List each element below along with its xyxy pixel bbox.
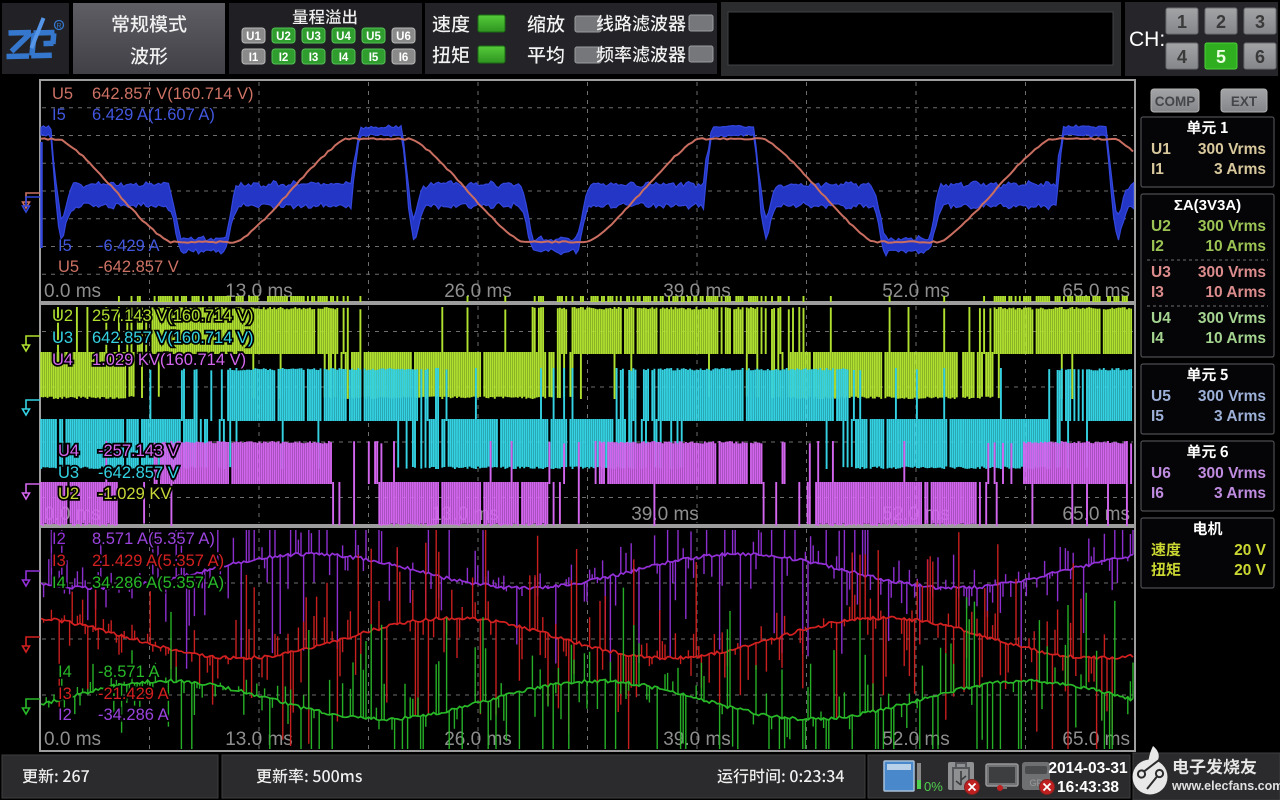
svg-text:I4: I4 <box>339 52 349 64</box>
svg-text:I3: I3 <box>1151 284 1164 301</box>
svg-text:I5: I5 <box>58 237 72 255</box>
svg-text:U2: U2 <box>276 31 291 43</box>
svg-text:I2: I2 <box>52 530 66 548</box>
svg-text:I3: I3 <box>58 685 72 703</box>
svg-text:16:43:38: 16:43:38 <box>1057 779 1119 796</box>
svg-text:U5: U5 <box>366 31 381 43</box>
svg-text:U5: U5 <box>1151 388 1171 405</box>
svg-text:3 Arms: 3 Arms <box>1214 485 1266 502</box>
svg-text:300 Vrms: 300 Vrms <box>1198 310 1266 327</box>
svg-text:-642.857 V: -642.857 V <box>98 258 179 276</box>
svg-text:-8.571 A: -8.571 A <box>98 663 159 681</box>
svg-text:U4: U4 <box>52 351 73 369</box>
svg-text:ΣA(3V3A): ΣA(3V3A) <box>1174 197 1241 214</box>
svg-text:5: 5 <box>1216 47 1226 67</box>
svg-text:-257.143 V: -257.143 V <box>98 442 179 460</box>
svg-text:-642.857 V: -642.857 V <box>98 464 179 482</box>
svg-text:-21.429 A: -21.429 A <box>98 685 169 703</box>
svg-text:4: 4 <box>1177 47 1187 67</box>
svg-text:2014-03-31: 2014-03-31 <box>1048 760 1128 777</box>
svg-text:U4: U4 <box>1151 310 1171 327</box>
svg-text:3: 3 <box>1255 12 1265 32</box>
svg-text:I1: I1 <box>1151 161 1164 178</box>
svg-text:26.0 ms: 26.0 ms <box>444 729 512 750</box>
svg-text:I2: I2 <box>279 52 289 64</box>
svg-text:34.286 A(5.357 A): 34.286 A(5.357 A) <box>92 574 224 592</box>
svg-text:300 Vrms: 300 Vrms <box>1198 141 1266 158</box>
svg-text:39.0 ms: 39.0 ms <box>663 729 731 750</box>
svg-text:39.0 ms: 39.0 ms <box>631 504 699 525</box>
svg-text:257.143 V(160.714 V): 257.143 V(160.714 V) <box>92 307 253 325</box>
svg-text:I2: I2 <box>58 706 72 724</box>
svg-text:I3: I3 <box>52 552 66 570</box>
svg-text:300 Vrms: 300 Vrms <box>1198 218 1266 235</box>
svg-text:U4: U4 <box>58 442 79 460</box>
svg-text:U5: U5 <box>58 258 79 276</box>
svg-text:R: R <box>56 23 61 30</box>
svg-text:52.0 ms: 52.0 ms <box>882 729 950 750</box>
svg-text:1.029 KV(160.714 V): 1.029 KV(160.714 V) <box>92 351 246 369</box>
svg-text:300 Vrms: 300 Vrms <box>1198 264 1266 281</box>
svg-text:1: 1 <box>1177 12 1187 32</box>
svg-text:52.0 ms: 52.0 ms <box>882 281 950 302</box>
svg-text:8.571 A(5.357 A): 8.571 A(5.357 A) <box>92 530 215 548</box>
svg-text:6.429 A(1.607 A): 6.429 A(1.607 A) <box>92 106 215 124</box>
svg-text:U6: U6 <box>1151 465 1171 482</box>
svg-text:642.857 V(160.714 V): 642.857 V(160.714 V) <box>92 329 253 347</box>
svg-text:3 Arms: 3 Arms <box>1214 161 1266 178</box>
svg-text:COMP: COMP <box>1155 94 1196 109</box>
svg-text:EXT: EXT <box>1231 94 1258 109</box>
svg-text:10 Arms: 10 Arms <box>1205 238 1266 255</box>
svg-text:10 Arms: 10 Arms <box>1205 284 1266 301</box>
svg-text:I5: I5 <box>1151 408 1164 425</box>
svg-text:I6: I6 <box>399 52 409 64</box>
svg-text:0.0 ms: 0.0 ms <box>44 281 101 302</box>
svg-text:300 Vrms: 300 Vrms <box>1198 388 1266 405</box>
svg-text:300 Vrms: 300 Vrms <box>1198 465 1266 482</box>
svg-text:www.elecfans.com: www.elecfans.com <box>1171 779 1280 793</box>
svg-text:10 Arms: 10 Arms <box>1205 330 1266 347</box>
svg-text:U4: U4 <box>336 31 351 43</box>
svg-text:U6: U6 <box>396 31 411 43</box>
svg-text:2: 2 <box>1216 12 1226 32</box>
svg-text:U1: U1 <box>1151 141 1171 158</box>
svg-text:U3: U3 <box>58 464 79 482</box>
svg-text:26.0 ms: 26.0 ms <box>444 281 512 302</box>
svg-text:I4: I4 <box>1151 330 1164 347</box>
svg-text:I5: I5 <box>369 52 379 64</box>
svg-text:U5: U5 <box>52 85 73 103</box>
svg-text:-34.286 A: -34.286 A <box>98 706 169 724</box>
svg-text:I3: I3 <box>309 52 319 64</box>
svg-text:I2: I2 <box>1151 238 1164 255</box>
svg-text:U3: U3 <box>306 31 321 43</box>
svg-text:I4: I4 <box>52 574 66 592</box>
svg-text:3 Arms: 3 Arms <box>1214 408 1266 425</box>
svg-text:I6: I6 <box>1151 485 1164 502</box>
svg-text:6: 6 <box>1255 47 1265 67</box>
svg-text:I1: I1 <box>249 52 259 64</box>
svg-text:U1: U1 <box>246 31 261 43</box>
svg-text:20 V: 20 V <box>1234 542 1267 559</box>
svg-text:20 V: 20 V <box>1234 562 1267 579</box>
svg-text:-1.029 KV: -1.029 KV <box>98 485 171 503</box>
svg-text:-6.429 A: -6.429 A <box>98 237 159 255</box>
svg-text:0.0 ms: 0.0 ms <box>44 729 101 750</box>
svg-text:U3: U3 <box>52 329 73 347</box>
svg-text:0%: 0% <box>924 779 943 794</box>
svg-text:21.429 A(5.357 A): 21.429 A(5.357 A) <box>92 552 224 570</box>
svg-text:U2: U2 <box>52 307 73 325</box>
svg-text:CH:: CH: <box>1129 28 1165 51</box>
svg-text:U2: U2 <box>1151 218 1171 235</box>
svg-text:642.857 V(160.714 V): 642.857 V(160.714 V) <box>92 85 253 103</box>
svg-text:U2: U2 <box>58 485 79 503</box>
svg-text:I5: I5 <box>52 106 66 124</box>
svg-text:I4: I4 <box>58 663 72 681</box>
svg-text:U3: U3 <box>1151 264 1171 281</box>
